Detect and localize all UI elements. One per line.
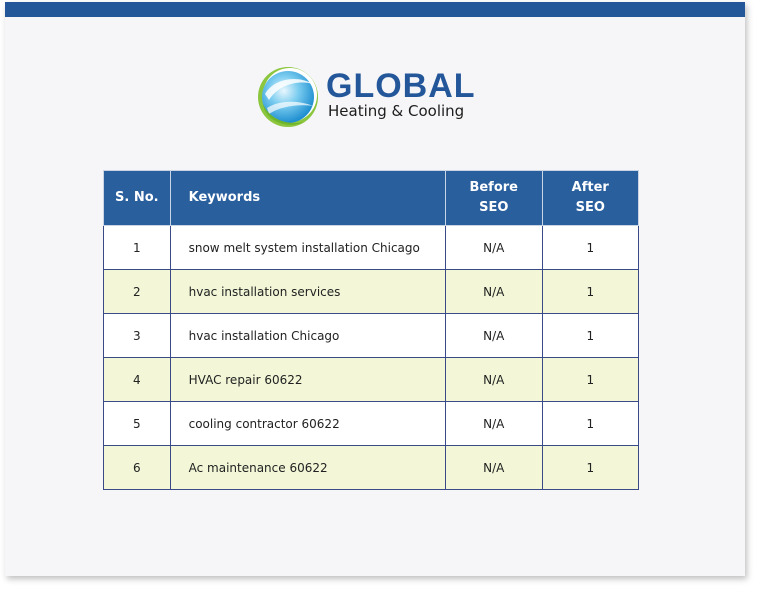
cell-sno: 1 — [103, 225, 171, 270]
cell-after-seo: 1 — [541, 445, 640, 490]
cell-before-seo: N/A — [444, 225, 543, 270]
table-row: 5 cooling contractor 60622 N/A 1 — [103, 401, 640, 446]
cell-keyword: snow melt system installation Chicago — [169, 225, 446, 270]
table-row: 1 snow melt system installation Chicago … — [103, 225, 640, 270]
header-keywords: Keywords — [169, 170, 446, 226]
table-row: 4 HVAC repair 60622 N/A 1 — [103, 357, 640, 402]
cell-after-seo: 1 — [541, 269, 640, 314]
globe-logo-icon — [258, 67, 318, 127]
table-header-row: S. No. Keywords Before SEO After SEO — [103, 170, 640, 226]
header-before-line1: Before — [469, 180, 518, 195]
cell-keyword: hvac installation services — [169, 269, 446, 314]
header-after-seo: After SEO — [541, 170, 640, 226]
brand-tagline: Heating & Cooling — [328, 102, 465, 120]
cell-after-seo: 1 — [541, 225, 640, 270]
header-after-line1: After — [571, 180, 609, 195]
brand-logo: GLOBAL Heating & Cooling — [255, 64, 485, 130]
cell-before-seo: N/A — [444, 401, 543, 446]
keyword-ranking-table: S. No. Keywords Before SEO After SEO 1 sno… — [103, 170, 640, 490]
cell-sno: 2 — [103, 269, 171, 314]
brand-name: GLOBAL — [326, 67, 476, 105]
cell-keyword: cooling contractor 60622 — [169, 401, 446, 446]
cell-after-seo: 1 — [541, 357, 640, 402]
table-row: 6 Ac maintenance 60622 N/A 1 — [103, 445, 640, 490]
table-row: 3 hvac installation Chicago N/A 1 — [103, 313, 640, 358]
header-bar — [5, 2, 745, 17]
cell-sno: 3 — [103, 313, 171, 358]
cell-after-seo: 1 — [541, 313, 640, 358]
cell-before-seo: N/A — [444, 357, 543, 402]
report-card: GLOBAL Heating & Cooling S. No. Keywords… — [5, 2, 745, 576]
cell-sno: 6 — [103, 445, 171, 490]
cell-sno: 4 — [103, 357, 171, 402]
header-sno: S. No. — [103, 170, 171, 226]
cell-before-seo: N/A — [444, 313, 543, 358]
cell-before-seo: N/A — [444, 445, 543, 490]
header-after-line2: SEO — [575, 200, 605, 215]
cell-keyword: Ac maintenance 60622 — [169, 445, 446, 490]
cell-keyword: HVAC repair 60622 — [169, 357, 446, 402]
cell-after-seo: 1 — [541, 401, 640, 446]
cell-keyword: hvac installation Chicago — [169, 313, 446, 358]
cell-sno: 5 — [103, 401, 171, 446]
header-before-seo: Before SEO — [444, 170, 543, 226]
cell-before-seo: N/A — [444, 269, 543, 314]
header-before-line2: SEO — [479, 200, 509, 215]
table-row: 2 hvac installation services N/A 1 — [103, 269, 640, 314]
